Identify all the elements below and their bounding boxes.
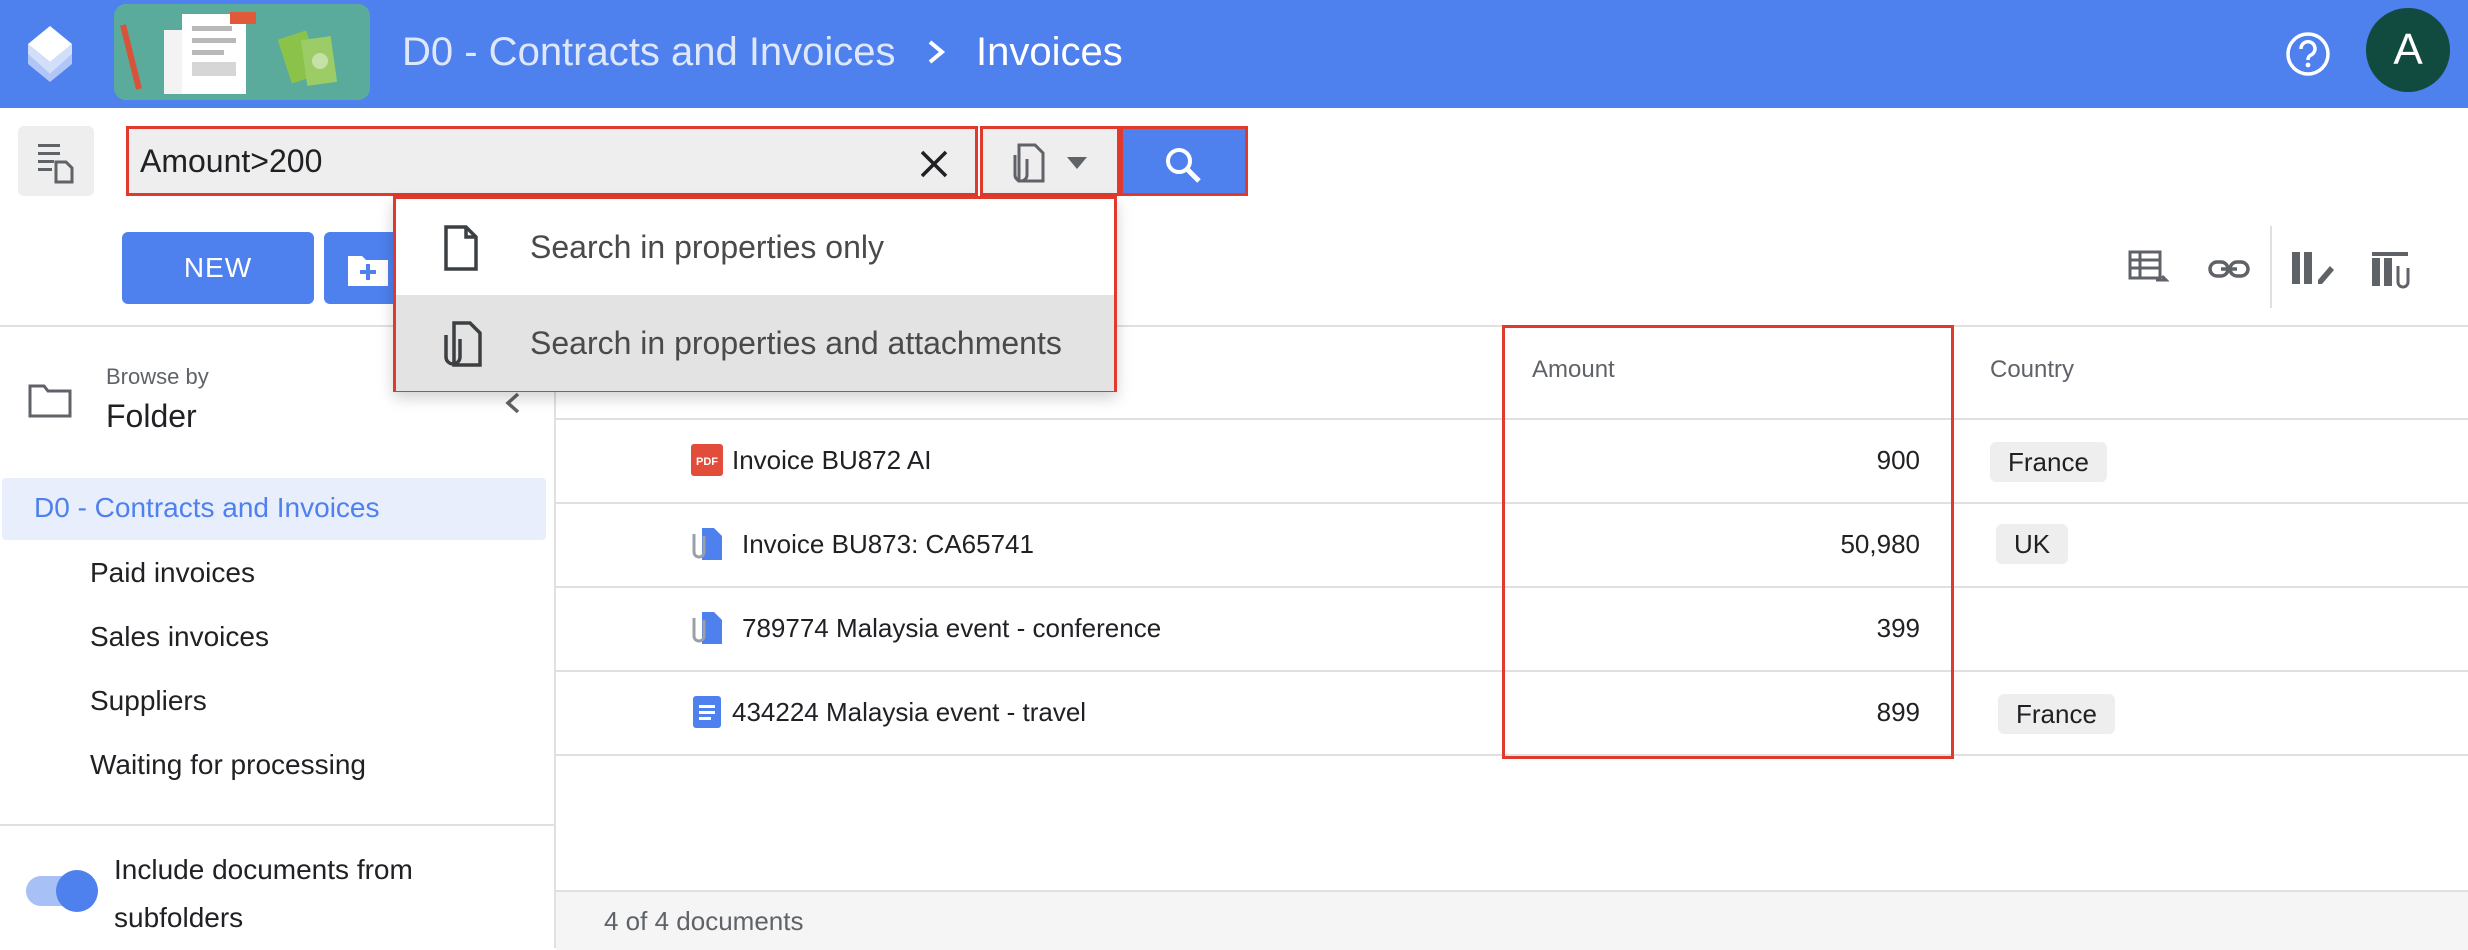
menu-item-label: Search in properties only [530, 229, 884, 265]
folder-icon [28, 384, 72, 418]
results-count: 4 of 4 documents [604, 906, 804, 936]
svg-text:PDF: PDF [696, 456, 718, 468]
search-mode-menu: Search in properties only Search in prop… [393, 196, 1117, 392]
country-chip: France [1990, 442, 2107, 482]
file-attachment-icon [444, 321, 482, 367]
file-attachment-icon [692, 528, 722, 560]
search-mode-select[interactable] [980, 126, 1120, 196]
tree-item-paid-invoices[interactable]: Paid invoices [90, 557, 255, 589]
menu-item-label: Search in properties and attachments [530, 325, 1062, 361]
new-button[interactable]: NEW [122, 232, 314, 304]
edit-columns-icon[interactable] [2288, 246, 2334, 292]
tree-item-sales-invoices[interactable]: Sales invoices [90, 621, 269, 653]
file-icon [444, 225, 478, 271]
sidebar-divider [0, 824, 554, 826]
top-bar [0, 0, 2468, 108]
caret-down-icon [1067, 157, 1087, 169]
file-attachment-icon [1013, 143, 1045, 183]
app-logo-icon[interactable] [24, 24, 76, 84]
table-row-title[interactable]: Invoice BU873: CA65741 [742, 529, 1034, 560]
search-query-text[interactable]: Amount>200 [140, 140, 322, 182]
include-subfolders-label: Include documents from subfolders [114, 854, 413, 933]
country-chip: UK [1996, 524, 2069, 564]
user-avatar[interactable]: A [2366, 8, 2450, 92]
browse-by-value[interactable]: Folder [106, 398, 197, 435]
export-table-icon[interactable] [2126, 246, 2172, 292]
pdf-icon: PDF [691, 444, 723, 476]
list-document-icon [38, 144, 74, 184]
amount-column-highlight [1502, 325, 1954, 759]
results-footer [556, 890, 2468, 950]
menu-item-properties-and-attachments[interactable]: Search in properties and attachments [396, 295, 1114, 391]
chevron-right-icon [928, 40, 946, 64]
google-doc-icon [693, 696, 721, 728]
menu-item-properties-only[interactable]: Search in properties only [396, 199, 1114, 295]
link-icon[interactable] [2206, 246, 2252, 292]
sidebar-toggle-button[interactable] [18, 126, 94, 196]
table-row-title[interactable]: 789774 Malaysia event - conference [742, 613, 1161, 644]
toolbar-separator [0, 325, 2468, 327]
search-icon [1166, 148, 1201, 183]
tree-item-waiting[interactable]: Waiting for processing [90, 749, 366, 781]
browse-by-label: Browse by [106, 364, 209, 389]
search-button[interactable] [1120, 126, 1248, 196]
column-header-country[interactable]: Country [1990, 356, 2074, 384]
folder-add-icon [348, 256, 388, 286]
tree-item-suppliers[interactable]: Suppliers [90, 685, 207, 717]
table-row-title[interactable]: 434224 Malaysia event - travel [732, 697, 1086, 728]
table-row-title[interactable]: Invoice BU872 AI [732, 445, 931, 476]
folder-thumbnail [114, 4, 370, 100]
close-icon[interactable] [914, 144, 954, 184]
help-icon[interactable] [2282, 28, 2334, 80]
file-attachment-icon [692, 612, 722, 644]
column-attachment-icon[interactable] [2368, 246, 2414, 292]
tree-root-folder[interactable]: D0 - Contracts and Invoices [34, 492, 380, 524]
breadcrumb-current: Invoices [976, 30, 1123, 74]
invoice-illustration-icon [114, 4, 370, 100]
toolbar-divider [2270, 226, 2272, 308]
breadcrumb-parent[interactable]: D0 - Contracts and Invoices [402, 27, 896, 77]
add-folder-button[interactable] [324, 232, 404, 304]
toggle-knob[interactable] [56, 870, 98, 912]
country-chip: France [1998, 694, 2115, 734]
